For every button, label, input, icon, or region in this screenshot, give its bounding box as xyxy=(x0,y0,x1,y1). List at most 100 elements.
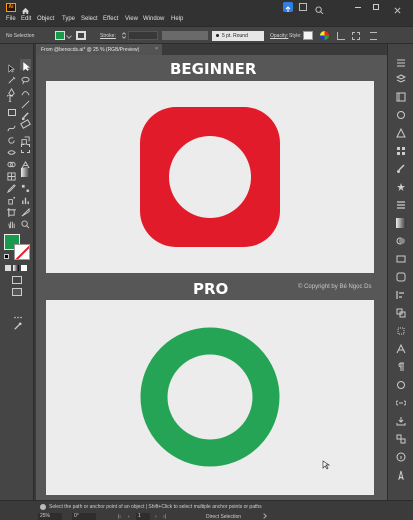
align-icon[interactable] xyxy=(337,32,345,40)
layers-panel-icon[interactable] xyxy=(396,74,406,84)
selection-tool-icon[interactable] xyxy=(7,60,16,73)
recolor-icon[interactable] xyxy=(320,31,329,40)
menu-edit[interactable]: Edit xyxy=(21,16,31,22)
zoom-tool-icon[interactable] xyxy=(21,216,30,229)
perspective-grid-tool-icon[interactable] xyxy=(21,156,30,169)
menu-file[interactable]: File xyxy=(6,16,16,22)
lasso-tool-icon[interactable] xyxy=(21,72,30,85)
magic-wand-tool-icon[interactable] xyxy=(7,72,16,84)
links-panel-icon[interactable] xyxy=(396,398,406,408)
swatches-panel-icon[interactable] xyxy=(396,146,406,156)
align-panel-icon[interactable] xyxy=(396,290,406,300)
eyedropper-tool-icon[interactable] xyxy=(6,180,16,194)
brush-field[interactable]: 5 pt. Round xyxy=(212,31,264,41)
draw-mode-icon[interactable] xyxy=(12,276,22,284)
stroke-swatch[interactable] xyxy=(14,244,30,260)
last-artboard-icon[interactable]: ›| xyxy=(163,514,166,520)
stroke-color-swatch[interactable] xyxy=(76,31,86,40)
slice-tool-icon[interactable] xyxy=(21,204,30,217)
mesh-tool-icon[interactable] xyxy=(7,168,16,181)
artboard-beginner[interactable] xyxy=(46,81,374,273)
transform-panel-icon[interactable] xyxy=(396,326,406,336)
color-mode-icon[interactable] xyxy=(5,265,11,271)
width-tool-icon[interactable] xyxy=(7,144,16,155)
stroke-panel-icon[interactable] xyxy=(396,200,406,210)
asset-export-panel-icon[interactable] xyxy=(396,416,406,426)
line-tool-icon[interactable] xyxy=(21,96,30,109)
rectangle-tool-icon[interactable] xyxy=(8,109,16,116)
graphic-styles-panel-icon[interactable] xyxy=(396,272,406,282)
pen-tool-icon[interactable] xyxy=(7,84,16,97)
menu-object[interactable]: Object xyxy=(37,16,54,22)
properties-panel-icon[interactable] xyxy=(396,58,406,68)
symbols-panel-icon[interactable] xyxy=(396,182,406,192)
brushes-panel-icon[interactable] xyxy=(396,164,406,174)
variable-width-field[interactable] xyxy=(162,31,208,40)
shaper-tool-icon[interactable] xyxy=(7,120,16,132)
artboard-pro[interactable] xyxy=(46,300,374,495)
panel-menu-icon[interactable] xyxy=(370,32,377,40)
close-icon[interactable] xyxy=(393,2,402,14)
free-transform-tool-icon[interactable] xyxy=(21,144,30,153)
edit-toolbar-icon[interactable] xyxy=(14,306,22,319)
curvature-tool-icon[interactable] xyxy=(21,84,30,96)
style-swatch[interactable] xyxy=(303,31,313,40)
opentype-panel-icon[interactable] xyxy=(396,380,406,390)
appearance-panel-icon[interactable] xyxy=(396,254,406,264)
share-icon[interactable] xyxy=(283,2,293,12)
home-icon[interactable] xyxy=(21,3,30,16)
close-tab-icon[interactable]: × xyxy=(155,46,158,52)
color-guide-icon[interactable] xyxy=(396,128,406,138)
paragraph-panel-icon[interactable] xyxy=(396,362,406,372)
gradient-mode-icon[interactable] xyxy=(13,265,19,271)
screen-mode-icon[interactable] xyxy=(12,288,22,296)
transparency-panel-icon[interactable] xyxy=(396,236,406,246)
menu-window[interactable]: Window xyxy=(143,16,164,22)
color-panel-icon[interactable] xyxy=(396,110,406,120)
menu-select[interactable]: Select xyxy=(81,16,98,22)
hand-tool-icon[interactable] xyxy=(7,216,16,229)
navigator-panel-icon[interactable] xyxy=(396,470,406,480)
menu-view[interactable]: View xyxy=(125,16,138,22)
blend-tool-icon[interactable] xyxy=(21,180,30,193)
puppet-warp-tool-icon[interactable] xyxy=(13,318,22,330)
column-graph-tool-icon[interactable] xyxy=(21,192,30,205)
type-tool-icon[interactable]: T xyxy=(7,96,16,105)
stroke-weight-field[interactable] xyxy=(128,31,158,40)
scale-tool-icon[interactable] xyxy=(21,132,30,145)
symbol-sprayer-tool-icon[interactable] xyxy=(7,192,16,205)
first-artboard-icon[interactable]: |‹ xyxy=(118,514,121,520)
document-tab[interactable]: From @benocds.ai* @ 25 % (RGB/Preview) × xyxy=(36,44,162,55)
transform-icon[interactable] xyxy=(352,32,360,40)
fill-color-swatch[interactable] xyxy=(55,31,65,40)
status-menu-chevron-icon[interactable] xyxy=(261,513,267,519)
menu-help[interactable]: Help xyxy=(171,16,183,22)
canvas-area[interactable]: BEGINNER PRO © Copyright by Bé Ngọc Ds xyxy=(36,55,387,500)
search-icon[interactable] xyxy=(315,2,324,15)
character-panel-icon[interactable] xyxy=(396,344,406,354)
shape-builder-tool-icon[interactable] xyxy=(7,156,16,168)
artboard-number-field[interactable]: 1 xyxy=(136,513,150,520)
menu-type[interactable]: Type xyxy=(62,16,75,22)
paintbrush-tool-icon[interactable] xyxy=(21,108,30,121)
maximize-icon[interactable] xyxy=(373,4,379,10)
green-ring[interactable] xyxy=(140,327,280,467)
direct-selection-tool-icon[interactable] xyxy=(20,59,31,71)
prev-artboard-icon[interactable]: ‹ xyxy=(128,514,130,520)
artboards-panel-icon[interactable] xyxy=(396,434,406,444)
info-panel-icon[interactable] xyxy=(396,452,406,462)
rotation-field[interactable]: 0° xyxy=(72,513,96,520)
pathfinder-panel-icon[interactable] xyxy=(396,308,406,318)
red-rounded-square[interactable] xyxy=(140,107,280,247)
stroke-weight-stepper[interactable] xyxy=(121,31,127,40)
minimize-icon[interactable] xyxy=(355,7,361,8)
libraries-panel-icon[interactable] xyxy=(396,92,406,102)
gradient-tool-icon[interactable] xyxy=(21,168,30,177)
arrange-icon[interactable] xyxy=(299,3,307,11)
rotate-tool-icon[interactable] xyxy=(7,132,16,144)
default-colors-icon[interactable] xyxy=(4,254,9,259)
zoom-field[interactable]: 25% xyxy=(38,513,62,520)
none-mode-icon[interactable] xyxy=(21,265,27,271)
menu-effect[interactable]: Effect xyxy=(103,16,118,22)
next-artboard-icon[interactable]: › xyxy=(155,514,157,520)
